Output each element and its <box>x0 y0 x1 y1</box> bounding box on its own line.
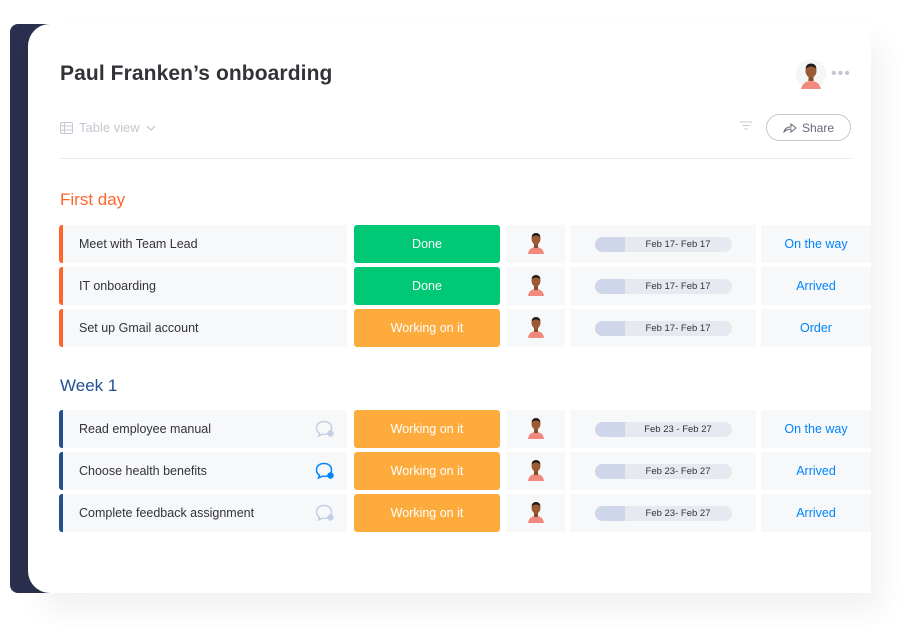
board-card: Paul Franken’s onboarding ••• Table view… <box>28 24 871 593</box>
timeline-fill <box>594 320 625 336</box>
item-name-cell[interactable]: IT onboarding <box>59 267 347 305</box>
status-badge[interactable]: Done <box>354 225 500 263</box>
table-icon <box>60 121 73 134</box>
timeline-label: Feb 17- Feb 17 <box>645 280 711 292</box>
comment-icon[interactable] <box>315 420 335 441</box>
timeline-cell: Feb 17- Feb 17 <box>570 267 756 305</box>
item-name: Set up Gmail account <box>79 321 199 335</box>
status-badge[interactable]: Working on it <box>354 410 500 448</box>
avatar <box>526 272 546 301</box>
timeline-cell: Feb 23- Feb 27 <box>570 452 756 490</box>
more-options-button[interactable]: ••• <box>831 65 851 83</box>
timeline-bar[interactable]: Feb 23- Feb 27 <box>594 463 732 479</box>
status-badge[interactable]: Working on it <box>354 494 500 532</box>
share-label: Share <box>801 120 835 135</box>
tracking-status-link[interactable]: On the way <box>761 225 871 263</box>
share-button[interactable]: Share <box>766 114 851 141</box>
person-cell[interactable] <box>506 225 565 263</box>
comment-icon[interactable] <box>315 504 335 525</box>
filter-icon[interactable] <box>740 121 752 130</box>
timeline-label: Feb 23- Feb 27 <box>645 465 711 477</box>
timeline-fill <box>594 236 625 252</box>
person-cell[interactable] <box>506 309 565 347</box>
item-name: Choose health benefits <box>79 464 207 478</box>
item-name: Meet with Team Lead <box>79 237 198 251</box>
view-switcher[interactable]: Table view <box>60 120 162 135</box>
tracking-status-link[interactable]: Arrived <box>761 452 871 490</box>
group-title[interactable]: Week 1 <box>60 376 117 396</box>
item-name: Complete feedback assignment <box>79 506 255 520</box>
group-title[interactable]: First day <box>60 190 125 210</box>
avatar <box>526 314 546 343</box>
timeline-label: Feb 17- Feb 17 <box>645 238 711 250</box>
view-label: Table view <box>79 120 140 135</box>
tracking-status-link[interactable]: Arrived <box>761 494 871 532</box>
timeline-fill <box>594 421 625 437</box>
item-name-cell[interactable]: Meet with Team Lead <box>59 225 347 263</box>
timeline-cell: Feb 23 - Feb 27 <box>570 410 756 448</box>
timeline-bar[interactable]: Feb 17- Feb 17 <box>594 320 732 336</box>
page-title: Paul Franken’s onboarding <box>60 62 333 85</box>
avatar <box>526 415 546 444</box>
comment-icon[interactable] <box>315 462 335 483</box>
status-badge[interactable]: Working on it <box>354 309 500 347</box>
chevron-down-icon <box>146 125 156 131</box>
timeline-bar[interactable]: Feb 23 - Feb 27 <box>594 421 732 437</box>
timeline-cell: Feb 23- Feb 27 <box>570 494 756 532</box>
status-badge[interactable]: Done <box>354 267 500 305</box>
share-arrow-icon <box>783 122 797 133</box>
timeline-cell: Feb 17- Feb 17 <box>570 225 756 263</box>
person-cell[interactable] <box>506 410 565 448</box>
person-cell[interactable] <box>506 267 565 305</box>
timeline-fill <box>594 505 625 521</box>
avatar <box>526 457 546 486</box>
avatar <box>526 230 546 259</box>
header-divider <box>60 158 851 159</box>
tracking-status-link[interactable]: Order <box>761 309 871 347</box>
item-name: IT onboarding <box>79 279 156 293</box>
timeline-bar[interactable]: Feb 17- Feb 17 <box>594 236 732 252</box>
timeline-label: Feb 23 - Feb 27 <box>644 423 712 435</box>
timeline-label: Feb 17- Feb 17 <box>645 322 711 334</box>
timeline-cell: Feb 17- Feb 17 <box>570 309 756 347</box>
person-cell[interactable] <box>506 494 565 532</box>
timeline-fill <box>594 278 625 294</box>
tracking-status-link[interactable]: Arrived <box>761 267 871 305</box>
status-badge[interactable]: Working on it <box>354 452 500 490</box>
item-name: Read employee manual <box>79 422 212 436</box>
timeline-label: Feb 23- Feb 27 <box>645 507 711 519</box>
item-name-cell[interactable]: Complete feedback assignment <box>59 494 347 532</box>
item-name-cell[interactable]: Read employee manual <box>59 410 347 448</box>
timeline-bar[interactable]: Feb 23- Feb 27 <box>594 505 732 521</box>
timeline-bar[interactable]: Feb 17- Feb 17 <box>594 278 732 294</box>
item-name-cell[interactable]: Set up Gmail account <box>59 309 347 347</box>
item-name-cell[interactable]: Choose health benefits <box>59 452 347 490</box>
timeline-fill <box>594 463 625 479</box>
person-cell[interactable] <box>506 452 565 490</box>
owner-avatar[interactable] <box>796 59 826 89</box>
tracking-status-link[interactable]: On the way <box>761 410 871 448</box>
avatar <box>526 499 546 528</box>
